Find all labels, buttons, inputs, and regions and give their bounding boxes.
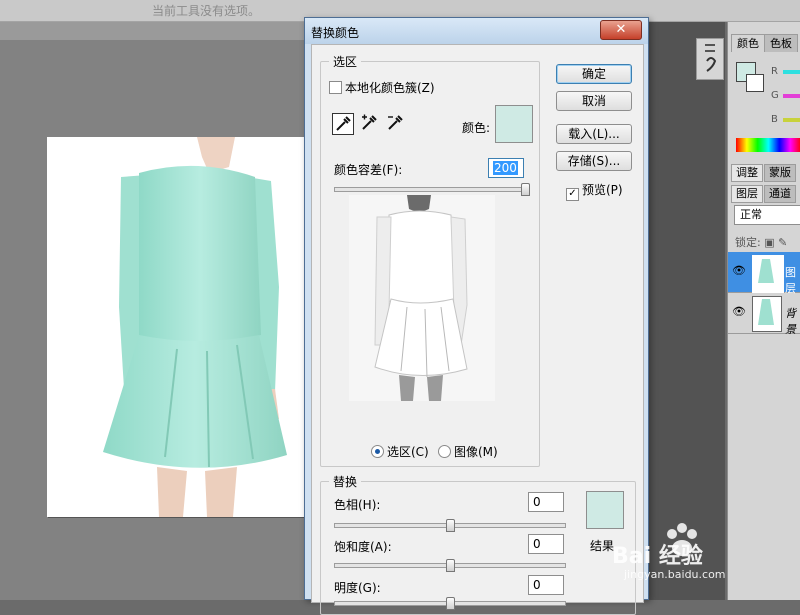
hue-slider-knob[interactable] [446, 519, 455, 532]
eyedropper-plus-icon [362, 114, 377, 130]
layer-thumbnail [752, 296, 782, 332]
close-button[interactable]: ✕ [600, 20, 642, 40]
view-selection-radio[interactable]: 选区(C) [371, 443, 429, 460]
lightness-input[interactable]: 0 [528, 575, 564, 595]
preview-label: 预览(P) [582, 183, 623, 197]
saturation-input[interactable]: 0 [528, 534, 564, 554]
document-canvas[interactable] [47, 137, 305, 517]
lock-label: 锁定: [735, 236, 761, 249]
selection-preview [349, 195, 495, 401]
saturation-slider-knob[interactable] [446, 559, 455, 572]
radio-dot[interactable] [371, 445, 384, 458]
selection-color-swatch[interactable] [495, 105, 533, 143]
lock-transparency-icon[interactable]: ▣ [764, 236, 774, 249]
eyedropper-minus-icon [388, 115, 403, 130]
saturation-label: 饱和度(A): [334, 540, 392, 554]
dialog-body: 选区 本地化颜色簇(Z) 颜色: 颜色容差(F): 200 选区(C) 图像(M… [311, 44, 644, 615]
tab-swatches[interactable]: 色板 [764, 34, 798, 52]
tab-color[interactable]: 颜色 [731, 34, 765, 52]
hue-label: 色相(H): [334, 498, 381, 512]
document-tab-strip [0, 22, 305, 40]
lightness-slider-knob[interactable] [446, 597, 455, 610]
watermark: Bai 经验 jingyan.baidu.com [612, 520, 798, 590]
options-bar-message: 当前工具没有选项。 [152, 4, 261, 18]
layer-name: 图层 [785, 266, 796, 295]
checkbox-box[interactable] [329, 81, 342, 94]
localized-clusters-label: 本地化颜色簇(Z) [345, 81, 435, 95]
cancel-button[interactable]: 取消 [556, 91, 632, 111]
color-spectrum-bar[interactable] [736, 138, 800, 152]
color-label: 颜色: [462, 121, 491, 135]
dialog-titlebar[interactable]: 替换颜色 ✕ [305, 18, 648, 44]
dialog-title: 替换颜色 [311, 26, 360, 40]
visibility-eye-icon[interactable]: 👁 [732, 264, 746, 277]
tab-masks[interactable]: 蒙版 [764, 164, 796, 182]
fuzziness-slider-knob[interactable] [521, 183, 530, 196]
add-to-sample-tool[interactable] [358, 113, 380, 135]
blend-mode-select[interactable]: 正常 [734, 205, 800, 225]
channel-b-label: B [771, 114, 778, 125]
eyedropper-tool[interactable] [332, 113, 354, 135]
eyedropper-icon [336, 116, 351, 131]
watermark-url: jingyan.baidu.com [624, 568, 726, 581]
history-brush-icon [705, 44, 717, 72]
lightness-slider[interactable] [334, 597, 566, 610]
result-label: 结果 [590, 539, 615, 553]
fuzziness-slider[interactable] [334, 183, 530, 196]
localized-clusters-checkbox[interactable]: 本地化颜色簇(Z) [329, 79, 435, 96]
radio-image-label: 图像(M) [454, 445, 498, 459]
lightness-label: 明度(G): [334, 581, 381, 595]
background-color-swatch[interactable] [746, 74, 764, 92]
hue-slider[interactable] [334, 519, 566, 532]
selection-legend: 选区 [333, 55, 358, 69]
checkbox-box[interactable]: ✓ [566, 188, 579, 201]
layer-row[interactable]: 👁 背景 [728, 293, 800, 336]
subtract-from-sample-tool[interactable] [384, 113, 406, 135]
tab-adjustments[interactable]: 调整 [731, 164, 763, 182]
visibility-eye-icon[interactable]: 👁 [732, 305, 746, 318]
layer-name: 背景 [785, 307, 796, 336]
watermark-brand: Bai 经验 [612, 544, 703, 569]
save-button[interactable]: 存储(S)... [556, 151, 632, 171]
replace-color-dialog: 替换颜色 ✕ 选区 本地化颜色簇(Z) 颜色: 颜色容差(F): 200 选区(… [304, 17, 649, 615]
channel-g-label: G [771, 90, 779, 101]
layer-row[interactable]: 👁 图层 [728, 252, 800, 295]
model-photo [103, 137, 287, 517]
tab-layers[interactable]: 图层 [731, 185, 763, 203]
history-tool-button[interactable] [696, 38, 724, 80]
fuzziness-input[interactable]: 200 [488, 158, 524, 178]
channel-b-slider[interactable] [783, 118, 800, 122]
saturation-slider[interactable] [334, 559, 566, 572]
tab-channels[interactable]: 通道 [764, 185, 796, 203]
lock-row: 锁定: ▣ ✎ [735, 234, 787, 250]
lock-brush-icon[interactable]: ✎ [778, 236, 787, 249]
hue-input[interactable]: 0 [528, 492, 564, 512]
fuzziness-label: 颜色容差(F): [334, 163, 403, 177]
radio-dot[interactable] [438, 445, 451, 458]
preview-checkbox[interactable]: ✓ 预览(P) [566, 181, 623, 201]
panel-dock [648, 22, 725, 600]
channel-g-slider[interactable] [783, 94, 800, 98]
channel-r-label: R [771, 66, 778, 77]
load-button[interactable]: 载入(L)... [556, 124, 632, 144]
view-image-radio[interactable]: 图像(M) [438, 443, 498, 460]
replace-legend: 替换 [333, 475, 358, 489]
fuzziness-value: 200 [493, 161, 518, 175]
channel-r-slider[interactable] [783, 70, 800, 74]
color-panel: 颜色 色板 R G B [727, 22, 800, 162]
radio-selection-label: 选区(C) [387, 445, 429, 459]
layer-thumbnail [752, 255, 784, 293]
ok-button[interactable]: 确定 [556, 64, 632, 84]
selection-mask-preview [349, 195, 495, 401]
